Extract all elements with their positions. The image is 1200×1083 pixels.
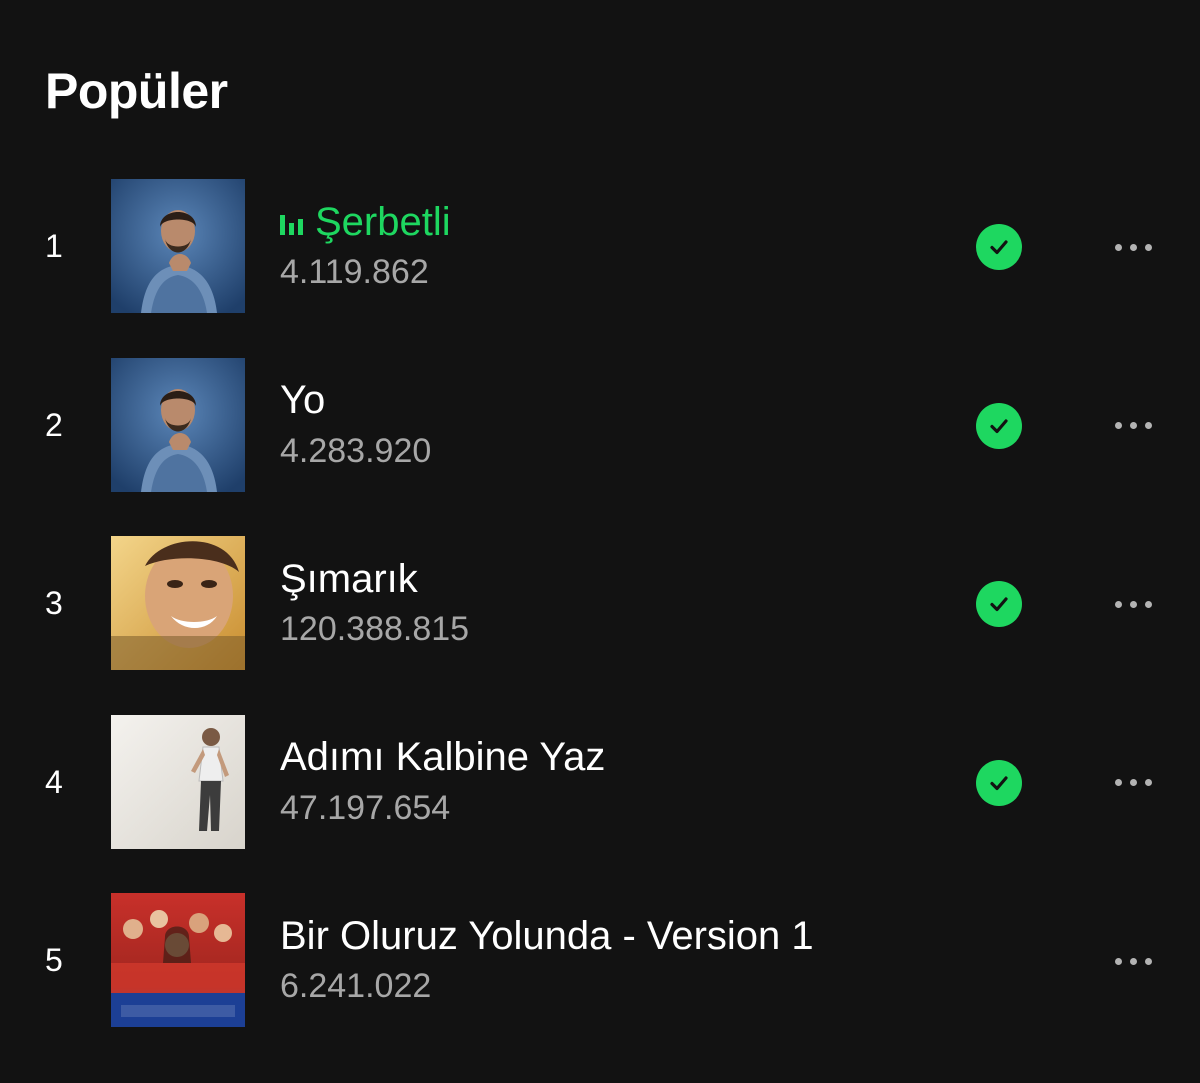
more-options-icon bbox=[1114, 422, 1122, 429]
track-title: Şımarık bbox=[280, 556, 418, 601]
check-circle-icon[interactable] bbox=[976, 224, 1022, 270]
play-count: 120.388.815 bbox=[280, 610, 470, 648]
track-title: Adımı Kalbine Yaz bbox=[280, 735, 606, 779]
section-title: Popüler bbox=[45, 63, 228, 119]
track-number: 1 bbox=[45, 228, 63, 264]
play-count: 47.197.654 bbox=[280, 788, 451, 827]
track-number: 4 bbox=[45, 763, 63, 800]
track-row[interactable]: 5 Bir Oluruz Yolunda - Version 1 6.241.0… bbox=[0, 893, 1200, 1027]
track-row[interactable]: 3 Şımarık 120.388.815 bbox=[0, 536, 1200, 670]
album-cover bbox=[111, 893, 245, 1027]
more-options-button[interactable] bbox=[1100, 759, 1166, 807]
more-options-icon bbox=[1114, 600, 1122, 608]
track-title: Şerbetli bbox=[315, 199, 451, 244]
more-options-button[interactable] bbox=[1100, 223, 1166, 271]
track-number: 2 bbox=[45, 406, 63, 443]
track-row[interactable]: 2 Yo 4.283.920 bbox=[0, 357, 1200, 492]
track-title: Bir Oluruz Yolunda - Version 1 bbox=[280, 913, 814, 958]
more-options-button[interactable] bbox=[1100, 937, 1166, 985]
track-row[interactable]: 4 Adımı Kalbine Yaz 47.197.654 bbox=[0, 714, 1200, 849]
track-row[interactable]: 1 Şerbetli 4.119.862 bbox=[0, 179, 1200, 313]
track-list: 1 Şerbetli 4.119.862 2 Yo 4.283.920 3 Şı… bbox=[0, 179, 1200, 1072]
track-number: 3 bbox=[45, 585, 63, 621]
more-options-icon bbox=[1114, 779, 1122, 786]
album-cover bbox=[111, 714, 245, 849]
equalizer-icon bbox=[280, 213, 303, 235]
album-cover bbox=[111, 357, 245, 492]
play-count: 4.119.862 bbox=[280, 253, 429, 291]
more-options-button[interactable] bbox=[1100, 580, 1166, 628]
play-count: 4.283.920 bbox=[280, 431, 432, 470]
check-circle-icon[interactable] bbox=[976, 759, 1022, 806]
play-count: 6.241.022 bbox=[280, 967, 432, 1005]
more-options-icon bbox=[1114, 243, 1122, 251]
album-cover bbox=[111, 179, 245, 313]
check-circle-icon[interactable] bbox=[976, 581, 1022, 627]
more-options-button[interactable] bbox=[1100, 402, 1166, 450]
track-title: Yo bbox=[280, 378, 326, 422]
check-circle-icon[interactable] bbox=[976, 402, 1022, 449]
track-number: 5 bbox=[45, 942, 63, 978]
album-cover bbox=[111, 536, 245, 670]
more-options-icon bbox=[1114, 957, 1122, 965]
